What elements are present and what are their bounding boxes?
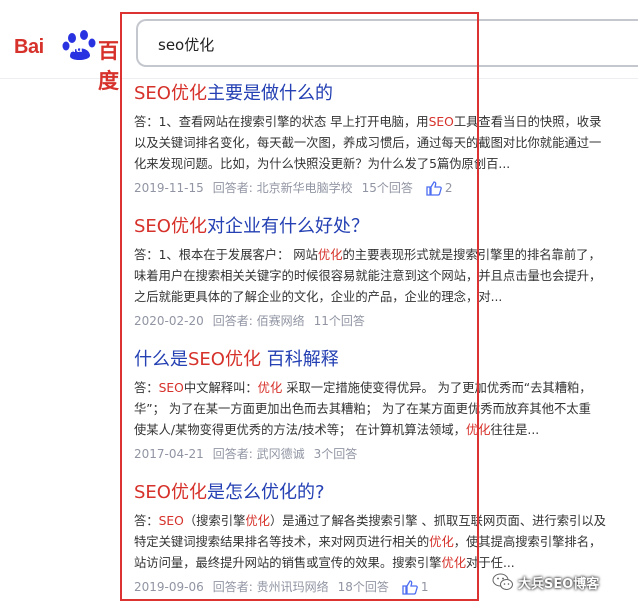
snippet-line: 味着用户在搜索相关关键字的时候很容易就能注意到这个网站，并且点击量也会提升， <box>134 266 638 287</box>
snippet-line: 之后就能更具体的了解企业的文化，企业的产品，企业的理念，对... <box>134 287 638 308</box>
title-rest: 百科解释 <box>260 349 339 370</box>
header-bar: Bai du 百度 seo优化 <box>0 0 638 93</box>
snippet-text: 对于任... <box>466 556 515 570</box>
snippet-text: 华”； 为了在某一方面更加出色而去其糟粕； 为了在某方面更优秀而放弃其他不太重 <box>134 402 591 416</box>
snippet-text: 答： <box>134 381 159 395</box>
snippet-line: 使某人/某物变得更优秀的方法/技术等； 在计算机算法领域，优化往往是... <box>134 420 638 441</box>
result-title-link[interactable]: SEO优化对企业有什么好处？ <box>134 215 638 239</box>
snippet-text: 化来发现问题。比如，为什么快照没更新？为什么发了5篇伪原创百... <box>134 157 511 171</box>
snippet-text: 的主要表现形式就是搜索引擎里的排名靠前了， <box>342 248 601 262</box>
title-keyword: SEO优化 <box>134 482 207 503</box>
snippet-keyword: 优化 <box>429 535 454 549</box>
snippet-line: 答：SEO中文解释叫：优化 采取一定措施使变得优异。 为了更加优秀而“去其糟粕， <box>134 378 638 399</box>
snippet-line: 以及关键词排名变化，每天截一次图，养成习惯后，通过每天的截图对比你就能通过一 <box>134 133 638 154</box>
thumbs-up-icon[interactable] <box>426 181 442 196</box>
title-prefix: 什么是 <box>134 349 188 370</box>
snippet-text: 中文解释叫： <box>183 381 258 395</box>
snippet-keyword: SEO <box>158 381 184 395</box>
result-meta: 2020-02-20 回答者: 佰赛网络 11个回答 <box>134 312 638 330</box>
snippet-keyword: SEO <box>158 514 184 528</box>
result-date: 2019-11-15 <box>134 181 204 195</box>
snippet-keyword: 优化 <box>465 423 491 437</box>
result-answerer[interactable]: 回答者: 北京新华电脑学校 <box>213 181 353 195</box>
title-keyword: SEO优化 <box>134 216 207 237</box>
snippet-line: 答：SEO（搜索引擎优化）是通过了解各类搜索引擎 、抓取互联网页面、进行索引以及 <box>134 511 638 532</box>
snippet-line: 站访问量，最终提升网站的销售或宣传的效果。搜索引擎优化对于任... <box>134 553 638 574</box>
snippet-line: 华”； 为了在某一方面更加出色而去其糟粕； 为了在某方面更优秀而放弃其他不太重 <box>134 399 638 420</box>
thumbs-up-icon[interactable] <box>402 580 418 595</box>
like-count: 1 <box>420 580 429 594</box>
snippet-line: 答：1、查看网站在搜索引擎的状态 早上打开电脑，用SEO工具查看当日的快照，收录 <box>134 112 638 133</box>
snippet-text: 工具查看当日的快照，收录 <box>453 115 602 129</box>
result-item: 什么是SEO优化 百科解释 答：SEO中文解释叫：优化 采取一定措施使变得优异。 … <box>134 348 638 463</box>
title-rest: 对企业有什么好处？ <box>206 216 369 237</box>
snippet-keyword: 优化 <box>245 514 270 528</box>
result-date: 2020-02-20 <box>134 314 204 328</box>
result-title-link[interactable]: 什么是SEO优化 百科解释 <box>134 348 638 372</box>
title-rest: 是怎么优化的? <box>206 482 325 503</box>
logo-text-cn: 百度 <box>98 39 119 93</box>
snippet-line: 特定关键词搜索结果排名等技术，来对网页进行相关的优化，使其提高搜索引擎排名， <box>134 532 638 553</box>
logo-paw-text: du <box>69 43 83 55</box>
result-title-link[interactable]: SEO优化主要是做什么的 <box>134 82 638 106</box>
result-date: 2017-04-21 <box>134 447 204 461</box>
snippet-text: 之后就能更具体的了解企业的文化，企业的产品，企业的理念，对... <box>134 290 503 304</box>
result-answerer[interactable]: 回答者: 佰赛网络 <box>213 314 305 328</box>
result-title-link[interactable]: SEO优化是怎么优化的? <box>134 481 638 505</box>
snippet-text: 采取一定措施使变得优异。 为了更加优秀而“去其糟粕， <box>282 381 592 395</box>
snippet-text: 答：1、查看网站在搜索引擎的状态 早上打开电脑，用 <box>134 115 429 129</box>
snippet-keyword: 优化 <box>317 248 343 262</box>
title-rest: 主要是做什么的 <box>206 83 333 104</box>
search-query[interactable]: seo优化 <box>158 34 214 55</box>
result-snippet: 答：1、查看网站在搜索引擎的状态 早上打开电脑，用SEO工具查看当日的快照，收录… <box>134 112 638 175</box>
snippet-text: 味着用户在搜索相关关键字的时候很容易就能注意到这个网站，并且点击量也会提升， <box>134 269 602 283</box>
watermark-text: 大兵SEO博客 <box>518 577 600 592</box>
snippet-text: ，使其提高搜索引擎排名， <box>453 535 602 549</box>
snippet-keyword: SEO <box>428 115 454 129</box>
snippet-line: 答：1、根本在于发展客户： 网站优化的主要表现形式就是搜索引擎里的排名靠前了， <box>134 245 638 266</box>
result-answer-count[interactable]: 11个回答 <box>314 314 365 328</box>
wechat-icon <box>492 573 513 590</box>
snippet-line: 化来发现问题。比如，为什么快照没更新？为什么发了5篇伪原创百... <box>134 154 638 175</box>
snippet-text: ）是通过了解各类搜索引擎 、抓取互联网页面、进行索引以及 <box>269 514 606 528</box>
title-keyword: SEO优化 <box>134 83 207 104</box>
result-snippet: 答：SEO（搜索引擎优化）是通过了解各类搜索引擎 、抓取互联网页面、进行索引以及… <box>134 511 638 574</box>
snippet-text: 以及关键词排名变化，每天截一次图，养成习惯后，通过每天的截图对比你就能通过一 <box>134 136 602 150</box>
snippet-keyword: 优化 <box>441 556 467 570</box>
result-answer-count[interactable]: 15个回答 <box>362 181 413 195</box>
snippet-text: 答：1、根本在于发展客户： 网站 <box>134 248 318 262</box>
result-item: SEO优化对企业有什么好处？ 答：1、根本在于发展客户： 网站优化的主要表现形式就… <box>134 215 638 330</box>
result-answerer[interactable]: 回答者: 贵州讯玛网络 <box>213 580 329 594</box>
search-input[interactable]: seo优化 <box>136 19 638 67</box>
logo-text-latin: Bai <box>14 36 44 58</box>
snippet-text: 使某人/某物变得更优秀的方法/技术等； 在计算机算法领域， <box>134 423 466 437</box>
like-count: 2 <box>444 181 453 195</box>
snippet-text: 特定关键词搜索结果排名等技术，来对网页进行相关的 <box>134 535 430 549</box>
result-answer-count[interactable]: 18个回答 <box>338 580 389 594</box>
result-snippet: 答：SEO中文解释叫：优化 采取一定措施使变得优异。 为了更加优秀而“去其糟粕，… <box>134 378 638 441</box>
result-meta: 2019-11-15 回答者: 北京新华电脑学校 15个回答 2 <box>134 179 638 197</box>
result-item: SEO优化主要是做什么的 答：1、查看网站在搜索引擎的状态 早上打开电脑，用SEO… <box>134 82 638 197</box>
result-meta: 2017-04-21 回答者: 武冈德诚 3个回答 <box>134 445 638 463</box>
title-keyword: SEO优化 <box>188 349 261 370</box>
snippet-text: 站访问量，最终提升网站的销售或宣传的效果。搜索引擎 <box>134 556 442 570</box>
result-answerer[interactable]: 回答者: 武冈德诚 <box>213 447 305 461</box>
result-date: 2019-09-06 <box>134 580 204 594</box>
snippet-text: （搜索引擎 <box>183 514 246 528</box>
snippet-keyword: 优化 <box>257 381 283 395</box>
snippet-text: 答： <box>134 514 159 528</box>
result-answer-count[interactable]: 3个回答 <box>314 447 358 461</box>
result-snippet: 答：1、根本在于发展客户： 网站优化的主要表现形式就是搜索引擎里的排名靠前了， 味… <box>134 245 638 308</box>
snippet-text: 往往是... <box>490 423 540 437</box>
